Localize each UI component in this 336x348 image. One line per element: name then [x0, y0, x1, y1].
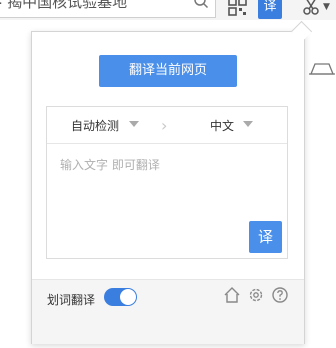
word-translate-label: 划词翻译	[47, 293, 96, 307]
swap-arrow-icon[interactable]: ›	[161, 116, 167, 135]
popup-footer: 划词翻译	[32, 279, 304, 344]
qr-icon[interactable]	[226, 0, 248, 18]
translate-popup: 翻译当前网页 自动检测 › 中文 输入文字 即可翻译 译 划词翻译	[31, 20, 313, 344]
input-placeholder: 输入文字 即可翻译	[60, 158, 160, 172]
chevron-down-icon[interactable]	[243, 121, 253, 127]
toolbar-edge-icon	[309, 63, 335, 75]
translate-page-button[interactable]: 翻译当前网页	[99, 55, 237, 87]
target-language-select[interactable]: 中文	[210, 117, 234, 134]
word-translate-toggle[interactable]	[104, 288, 137, 306]
source-language-select[interactable]: 自动检测	[71, 117, 119, 134]
translate-extension-button[interactable]: 译	[258, 0, 282, 19]
translate-box: 自动检测 › 中文 输入文字 即可翻译 译	[46, 106, 288, 259]
chevron-down-icon[interactable]: ▼	[323, 2, 330, 12]
popup-caret	[290, 20, 313, 43]
gear-icon[interactable]	[247, 286, 265, 304]
home-icon[interactable]	[223, 286, 241, 304]
help-icon[interactable]	[271, 286, 289, 304]
scissors-icon[interactable]	[301, 0, 323, 18]
browser-toolbar: · 揭中国核试验基地 译 ▼	[0, 0, 336, 20]
address-text: · 揭中国核试验基地	[0, 0, 128, 11]
translate-button[interactable]: 译	[249, 221, 282, 253]
address-bar[interactable]: · 揭中国核试验基地	[0, 0, 216, 18]
text-input[interactable]: 输入文字 即可翻译 译	[47, 144, 287, 258]
chevron-down-icon[interactable]	[129, 121, 139, 127]
search-icon[interactable]	[193, 0, 209, 9]
toggle-knob	[120, 289, 136, 305]
language-row: 自动检测 › 中文	[47, 107, 287, 144]
